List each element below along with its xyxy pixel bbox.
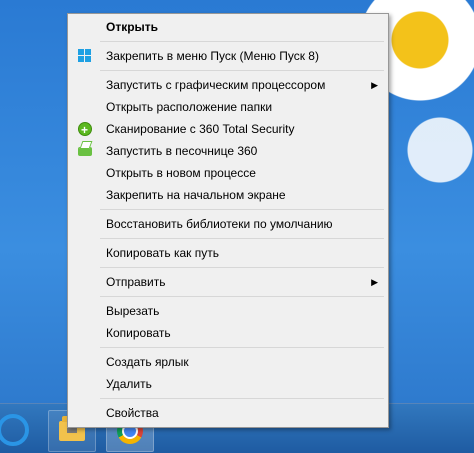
menu-item[interactable]: Свойства	[70, 402, 386, 424]
menu-item[interactable]: Закрепить в меню Пуск (Меню Пуск 8)	[70, 45, 386, 67]
menu-item-label: Закрепить на начальном экране	[106, 188, 286, 202]
menu-separator	[100, 347, 384, 348]
internet-explorer-icon	[0, 414, 29, 446]
menu-item[interactable]: Сканирование с 360 Total Security	[70, 118, 386, 141]
context-menu: Открыть Закрепить в меню Пуск (Меню Пуск …	[67, 13, 389, 428]
menu-item[interactable]: Запустить в песочнице 360	[70, 140, 386, 162]
360-sandbox-icon	[78, 147, 92, 156]
menu-item-label: Открыть в новом процессе	[106, 166, 256, 180]
menu-item-label: Свойства	[106, 406, 159, 420]
menu-item[interactable]: Открыть в новом процессе	[70, 162, 386, 184]
menu-item[interactable]: Удалить	[70, 373, 386, 395]
menu-separator	[100, 398, 384, 399]
menu-item-label: Удалить	[106, 377, 152, 391]
menu-item-label: Копировать	[106, 326, 171, 340]
menu-item-label: Копировать как путь	[106, 246, 219, 260]
menu-item[interactable]: Отправить ▶	[70, 271, 386, 293]
360-security-icon	[78, 119, 92, 141]
menu-separator	[100, 41, 384, 42]
menu-item[interactable]: Открыть	[70, 16, 386, 38]
menu-separator	[100, 238, 384, 239]
submenu-arrow-icon: ▶	[371, 80, 378, 90]
taskbar-internet-explorer[interactable]	[0, 410, 36, 450]
menu-item-label: Открыть расположение папки	[106, 100, 273, 114]
menu-separator	[100, 296, 384, 297]
menu-item-label: Закрепить в меню Пуск (Меню Пуск 8)	[106, 49, 319, 63]
windows-start-icon	[78, 49, 92, 63]
menu-item-label: Запустить с графическим процессором	[106, 78, 326, 92]
menu-item[interactable]: Вырезать	[70, 300, 386, 322]
menu-item-label: Запустить в песочнице 360	[106, 144, 258, 158]
menu-item-label: Вырезать	[106, 304, 160, 318]
menu-item-label: Создать ярлык	[106, 355, 189, 369]
menu-item[interactable]: Восстановить библиотеки по умолчанию	[70, 213, 386, 235]
menu-item[interactable]: Копировать	[70, 322, 386, 344]
menu-item-label: Сканирование с 360 Total Security	[106, 122, 295, 136]
menu-separator	[100, 70, 384, 71]
menu-item-label: Восстановить библиотеки по умолчанию	[106, 217, 333, 231]
menu-item[interactable]: Открыть расположение папки	[70, 96, 386, 118]
menu-item[interactable]: Запустить с графическим процессором ▶	[70, 74, 386, 96]
menu-item-label: Отправить	[106, 275, 166, 289]
menu-separator	[100, 267, 384, 268]
menu-item[interactable]: Создать ярлык	[70, 351, 386, 373]
menu-item[interactable]: Копировать как путь	[70, 242, 386, 264]
menu-separator	[100, 209, 384, 210]
menu-item-label: Открыть	[106, 20, 159, 34]
menu-item[interactable]: Закрепить на начальном экране	[70, 184, 386, 206]
submenu-arrow-icon: ▶	[371, 277, 378, 287]
